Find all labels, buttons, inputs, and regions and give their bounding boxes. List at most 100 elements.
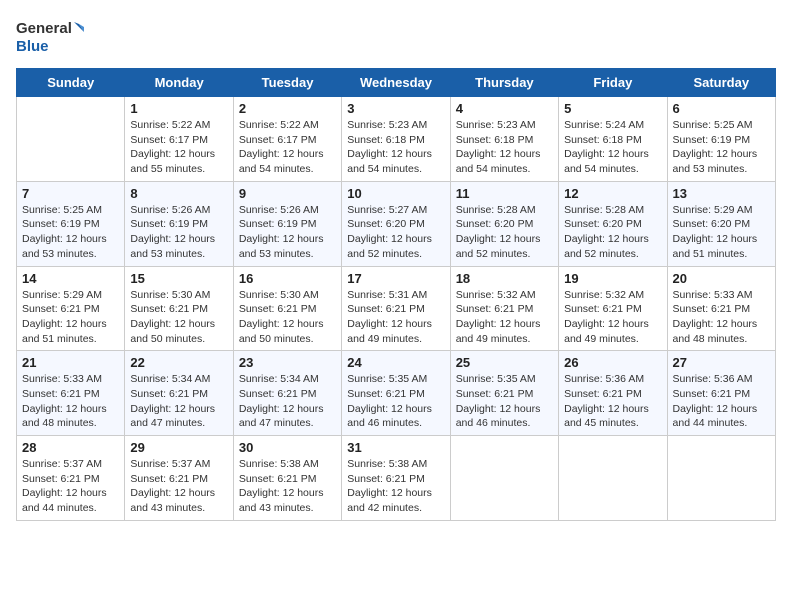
day-number: 20 xyxy=(673,271,770,286)
day-number: 9 xyxy=(239,186,336,201)
cell-info: Sunrise: 5:23 AM Sunset: 6:18 PM Dayligh… xyxy=(347,118,444,177)
cell-info: Sunrise: 5:34 AM Sunset: 6:21 PM Dayligh… xyxy=(130,372,227,431)
calendar-cell: 14 Sunrise: 5:29 AM Sunset: 6:21 PM Dayli… xyxy=(17,266,125,351)
cell-info: Sunrise: 5:30 AM Sunset: 6:21 PM Dayligh… xyxy=(130,288,227,347)
day-number: 26 xyxy=(564,355,661,370)
calendar-cell: 11 Sunrise: 5:28 AM Sunset: 6:20 PM Dayli… xyxy=(450,181,558,266)
cell-info: Sunrise: 5:31 AM Sunset: 6:21 PM Dayligh… xyxy=(347,288,444,347)
calendar-cell: 23 Sunrise: 5:34 AM Sunset: 6:21 PM Dayli… xyxy=(233,351,341,436)
column-header-monday: Monday xyxy=(125,69,233,97)
cell-info: Sunrise: 5:36 AM Sunset: 6:21 PM Dayligh… xyxy=(564,372,661,431)
cell-info: Sunrise: 5:23 AM Sunset: 6:18 PM Dayligh… xyxy=(456,118,553,177)
cell-info: Sunrise: 5:36 AM Sunset: 6:21 PM Dayligh… xyxy=(673,372,770,431)
cell-info: Sunrise: 5:37 AM Sunset: 6:21 PM Dayligh… xyxy=(22,457,119,516)
calendar-cell: 10 Sunrise: 5:27 AM Sunset: 6:20 PM Dayli… xyxy=(342,181,450,266)
calendar-cell: 24 Sunrise: 5:35 AM Sunset: 6:21 PM Dayli… xyxy=(342,351,450,436)
calendar-cell: 12 Sunrise: 5:28 AM Sunset: 6:20 PM Dayli… xyxy=(559,181,667,266)
calendar-cell: 28 Sunrise: 5:37 AM Sunset: 6:21 PM Dayli… xyxy=(17,436,125,521)
calendar-cell: 25Sunrise: 5:35 AM Sunset: 6:21 PM Dayli… xyxy=(450,351,558,436)
cell-info: Sunrise: 5:32 AM Sunset: 6:21 PM Dayligh… xyxy=(564,288,661,347)
calendar-cell: 7 Sunrise: 5:25 AM Sunset: 6:19 PM Daylig… xyxy=(17,181,125,266)
cell-info: Sunrise: 5:30 AM Sunset: 6:21 PM Dayligh… xyxy=(239,288,336,347)
day-number: 16 xyxy=(239,271,336,286)
day-number: 14 xyxy=(22,271,119,286)
cell-info: Sunrise: 5:27 AM Sunset: 6:20 PM Dayligh… xyxy=(347,203,444,262)
cell-info: Sunrise: 5:28 AM Sunset: 6:20 PM Dayligh… xyxy=(564,203,661,262)
calendar-cell: 19Sunrise: 5:32 AM Sunset: 6:21 PM Dayli… xyxy=(559,266,667,351)
column-header-tuesday: Tuesday xyxy=(233,69,341,97)
column-header-friday: Friday xyxy=(559,69,667,97)
calendar-cell: 16 Sunrise: 5:30 AM Sunset: 6:21 PM Dayli… xyxy=(233,266,341,351)
cell-info: Sunrise: 5:38 AM Sunset: 6:21 PM Dayligh… xyxy=(347,457,444,516)
day-number: 4 xyxy=(456,101,553,116)
calendar-cell: 9 Sunrise: 5:26 AM Sunset: 6:19 PM Daylig… xyxy=(233,181,341,266)
cell-info: Sunrise: 5:22 AM Sunset: 6:17 PM Dayligh… xyxy=(130,118,227,177)
calendar-cell: 22Sunrise: 5:34 AM Sunset: 6:21 PM Dayli… xyxy=(125,351,233,436)
calendar-cell: 29 Sunrise: 5:37 AM Sunset: 6:21 PM Dayli… xyxy=(125,436,233,521)
cell-info: Sunrise: 5:33 AM Sunset: 6:21 PM Dayligh… xyxy=(673,288,770,347)
cell-info: Sunrise: 5:26 AM Sunset: 6:19 PM Dayligh… xyxy=(239,203,336,262)
calendar-body: 1 Sunrise: 5:22 AM Sunset: 6:17 PM Daylig… xyxy=(17,97,776,521)
day-number: 24 xyxy=(347,355,444,370)
day-number: 11 xyxy=(456,186,553,201)
day-number: 1 xyxy=(130,101,227,116)
column-header-saturday: Saturday xyxy=(667,69,775,97)
week-row-5: 28 Sunrise: 5:37 AM Sunset: 6:21 PM Dayli… xyxy=(17,436,776,521)
cell-info: Sunrise: 5:28 AM Sunset: 6:20 PM Dayligh… xyxy=(456,203,553,262)
column-header-thursday: Thursday xyxy=(450,69,558,97)
calendar-cell: 31Sunrise: 5:38 AM Sunset: 6:21 PM Dayli… xyxy=(342,436,450,521)
day-number: 18 xyxy=(456,271,553,286)
cell-info: Sunrise: 5:22 AM Sunset: 6:17 PM Dayligh… xyxy=(239,118,336,177)
day-number: 23 xyxy=(239,355,336,370)
day-number: 29 xyxy=(130,440,227,455)
day-number: 5 xyxy=(564,101,661,116)
day-number: 30 xyxy=(239,440,336,455)
calendar-cell xyxy=(667,436,775,521)
day-number: 15 xyxy=(130,271,227,286)
day-number: 12 xyxy=(564,186,661,201)
cell-info: Sunrise: 5:35 AM Sunset: 6:21 PM Dayligh… xyxy=(456,372,553,431)
calendar-header-row: SundayMondayTuesdayWednesdayThursdayFrid… xyxy=(17,69,776,97)
week-row-4: 21 Sunrise: 5:33 AM Sunset: 6:21 PM Dayli… xyxy=(17,351,776,436)
calendar-cell: 6 Sunrise: 5:25 AM Sunset: 6:19 PM Daylig… xyxy=(667,97,775,182)
calendar-cell: 21 Sunrise: 5:33 AM Sunset: 6:21 PM Dayli… xyxy=(17,351,125,436)
day-number: 7 xyxy=(22,186,119,201)
cell-info: Sunrise: 5:38 AM Sunset: 6:21 PM Dayligh… xyxy=(239,457,336,516)
cell-info: Sunrise: 5:37 AM Sunset: 6:21 PM Dayligh… xyxy=(130,457,227,516)
page-header: General Blue xyxy=(16,16,776,58)
cell-info: Sunrise: 5:26 AM Sunset: 6:19 PM Dayligh… xyxy=(130,203,227,262)
cell-info: Sunrise: 5:29 AM Sunset: 6:20 PM Dayligh… xyxy=(673,203,770,262)
calendar-cell: 5Sunrise: 5:24 AM Sunset: 6:18 PM Daylig… xyxy=(559,97,667,182)
logo-svg: General Blue xyxy=(16,16,86,58)
svg-text:General: General xyxy=(16,20,72,37)
cell-info: Sunrise: 5:33 AM Sunset: 6:21 PM Dayligh… xyxy=(22,372,119,431)
calendar-cell: 8Sunrise: 5:26 AM Sunset: 6:19 PM Daylig… xyxy=(125,181,233,266)
cell-info: Sunrise: 5:32 AM Sunset: 6:21 PM Dayligh… xyxy=(456,288,553,347)
calendar-cell: 30 Sunrise: 5:38 AM Sunset: 6:21 PM Dayli… xyxy=(233,436,341,521)
calendar-cell xyxy=(17,97,125,182)
calendar-cell: 15 Sunrise: 5:30 AM Sunset: 6:21 PM Dayli… xyxy=(125,266,233,351)
calendar-cell: 26 Sunrise: 5:36 AM Sunset: 6:21 PM Dayli… xyxy=(559,351,667,436)
calendar-cell: 13 Sunrise: 5:29 AM Sunset: 6:20 PM Dayli… xyxy=(667,181,775,266)
calendar-cell: 4 Sunrise: 5:23 AM Sunset: 6:18 PM Daylig… xyxy=(450,97,558,182)
day-number: 28 xyxy=(22,440,119,455)
calendar-cell: 2Sunrise: 5:22 AM Sunset: 6:17 PM Daylig… xyxy=(233,97,341,182)
cell-info: Sunrise: 5:25 AM Sunset: 6:19 PM Dayligh… xyxy=(673,118,770,177)
day-number: 21 xyxy=(22,355,119,370)
cell-info: Sunrise: 5:34 AM Sunset: 6:21 PM Dayligh… xyxy=(239,372,336,431)
calendar-cell: 1 Sunrise: 5:22 AM Sunset: 6:17 PM Daylig… xyxy=(125,97,233,182)
week-row-1: 1 Sunrise: 5:22 AM Sunset: 6:17 PM Daylig… xyxy=(17,97,776,182)
cell-info: Sunrise: 5:29 AM Sunset: 6:21 PM Dayligh… xyxy=(22,288,119,347)
cell-info: Sunrise: 5:25 AM Sunset: 6:19 PM Dayligh… xyxy=(22,203,119,262)
day-number: 3 xyxy=(347,101,444,116)
day-number: 13 xyxy=(673,186,770,201)
calendar-cell xyxy=(559,436,667,521)
calendar-cell: 17Sunrise: 5:31 AM Sunset: 6:21 PM Dayli… xyxy=(342,266,450,351)
cell-info: Sunrise: 5:35 AM Sunset: 6:21 PM Dayligh… xyxy=(347,372,444,431)
calendar-cell: 27 Sunrise: 5:36 AM Sunset: 6:21 PM Dayli… xyxy=(667,351,775,436)
column-header-sunday: Sunday xyxy=(17,69,125,97)
day-number: 10 xyxy=(347,186,444,201)
day-number: 27 xyxy=(673,355,770,370)
day-number: 6 xyxy=(673,101,770,116)
calendar-cell: 3 Sunrise: 5:23 AM Sunset: 6:18 PM Daylig… xyxy=(342,97,450,182)
